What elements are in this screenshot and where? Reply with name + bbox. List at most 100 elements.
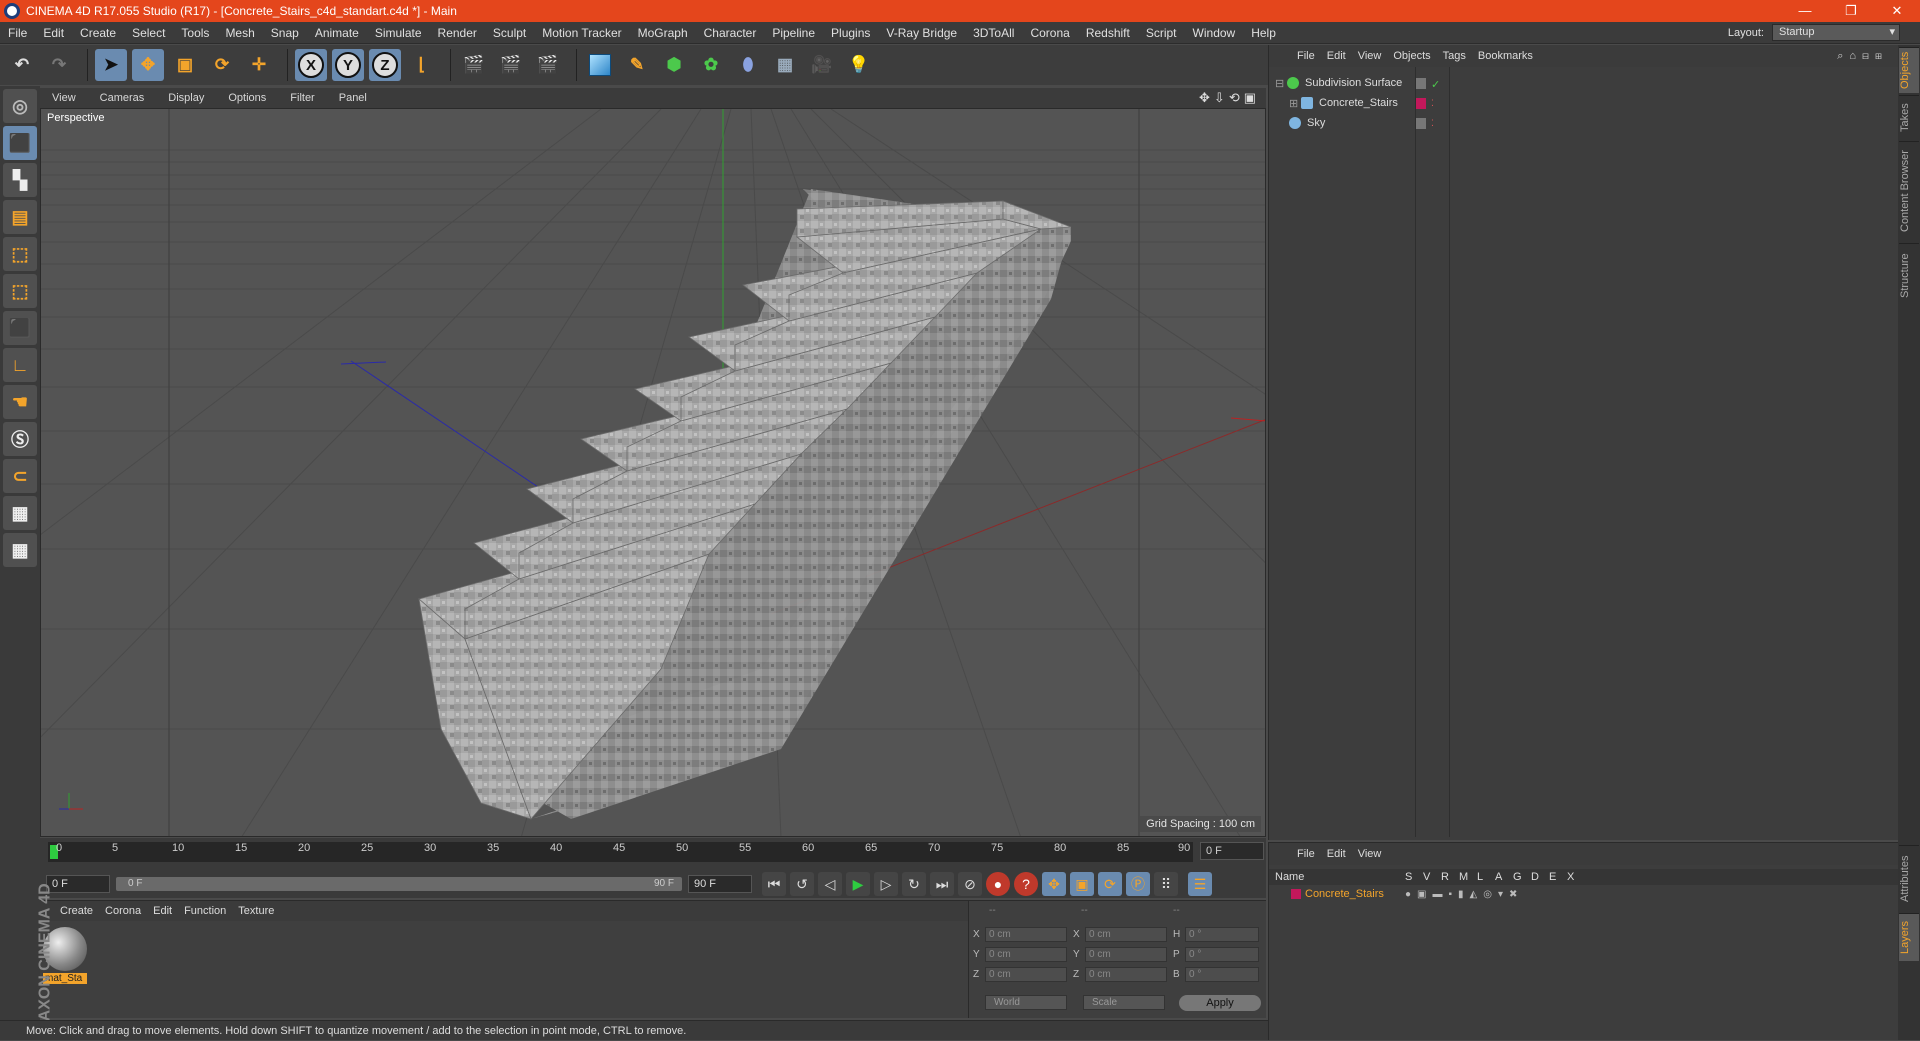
menu-corona[interactable]: Corona <box>1022 26 1077 40</box>
scale-dropdown[interactable]: Scale <box>1083 995 1165 1010</box>
y-axis-lock-button[interactable]: Y <box>332 49 364 81</box>
visibility-dots-icon[interactable]: ⁚ <box>1431 118 1442 129</box>
close-button[interactable]: ✕ <box>1874 3 1920 19</box>
layout-dropdown[interactable]: Startup <box>1772 24 1900 41</box>
viewport-menu-filter[interactable]: Filter <box>278 92 326 104</box>
tab-attributes[interactable]: Attributes <box>1899 845 1919 911</box>
menu-select[interactable]: Select <box>124 26 173 40</box>
menu-sculpt[interactable]: Sculpt <box>485 26 534 40</box>
tab-takes[interactable]: Takes <box>1899 95 1919 139</box>
key-parameter-button[interactable]: Ⓟ <box>1126 872 1150 896</box>
tweak-mode-icon[interactable]: ☚ <box>3 385 37 419</box>
objects-search-icons[interactable]: ⌕⌂⊟⊞ <box>1837 50 1888 63</box>
workplane-mode-icon[interactable]: ▤ <box>3 200 37 234</box>
workplane-lock-icon[interactable]: ▦ <box>3 496 37 530</box>
model-mode-icon[interactable]: ⬛ <box>3 126 37 160</box>
step-back-button[interactable]: ◁ <box>818 872 842 896</box>
autokey-button[interactable]: ? <box>1014 872 1038 896</box>
tab-content-browser[interactable]: Content Browser <box>1899 141 1919 241</box>
position-y-field[interactable]: 0 cm <box>985 947 1067 962</box>
render-settings-icon[interactable]: 🎬 <box>532 49 564 81</box>
menu-character[interactable]: Character <box>696 26 765 40</box>
record-button[interactable]: ● <box>986 872 1010 896</box>
deformer-icon[interactable]: ⬮ <box>732 49 764 81</box>
menu-create[interactable]: Create <box>72 26 124 40</box>
floor-scene-icon[interactable]: ▦ <box>769 49 801 81</box>
layer-tag-icon[interactable] <box>1415 117 1426 129</box>
visibility-dots-icon[interactable]: ⁚ <box>1431 98 1442 109</box>
cube-primitive-icon[interactable] <box>584 49 616 81</box>
keyframe-selection-button[interactable]: ⊘ <box>958 872 982 896</box>
rotate-tool-icon[interactable]: ⟳ <box>206 49 238 81</box>
render-picture-viewer-icon[interactable]: 🎬 <box>495 49 527 81</box>
timeline-window-button[interactable]: ☰ <box>1188 872 1212 896</box>
spline-pen-icon[interactable]: ✎ <box>621 49 653 81</box>
menu-plugins[interactable]: Plugins <box>823 26 878 40</box>
menu-pipeline[interactable]: Pipeline <box>764 26 823 40</box>
layer-tag-icon[interactable] <box>1415 77 1426 89</box>
current-frame-field[interactable]: 0 F <box>1200 842 1264 860</box>
menu-edit[interactable]: Edit <box>35 26 72 40</box>
viewport-menu-options[interactable]: Options <box>216 92 278 104</box>
mograph-cloner-icon[interactable]: ✿ <box>695 49 727 81</box>
live-selection-icon[interactable]: ✛ <box>243 49 275 81</box>
objects-menu-tags[interactable]: Tags <box>1443 50 1478 62</box>
menu-3dtoall[interactable]: 3DToAll <box>965 26 1022 40</box>
position-x-field[interactable]: 0 cm <box>985 927 1067 942</box>
play-button[interactable]: ▶ <box>846 872 870 896</box>
coordinate-system-icon[interactable]: ⌊ <box>406 49 438 81</box>
render-view-icon[interactable]: 🎬 <box>458 49 490 81</box>
viewport-menu-display[interactable]: Display <box>156 92 216 104</box>
light-icon[interactable]: 💡 <box>843 49 875 81</box>
menu-mesh[interactable]: Mesh <box>217 26 262 40</box>
size-x-field[interactable]: 0 cm <box>1085 927 1167 942</box>
step-forward-button[interactable]: ▷ <box>874 872 898 896</box>
menu-redshift[interactable]: Redshift <box>1078 26 1138 40</box>
key-scale-button[interactable]: ▣ <box>1070 872 1094 896</box>
objects-menu-bookmarks[interactable]: Bookmarks <box>1478 50 1545 62</box>
selection-tool-icon[interactable]: ➤ <box>95 49 127 81</box>
expand-icon[interactable]: ⊞ <box>1289 97 1299 110</box>
texture-mode-icon[interactable]: ▚ <box>3 163 37 197</box>
menu-help[interactable]: Help <box>1243 26 1284 40</box>
objects-menu-edit[interactable]: Edit <box>1327 50 1358 62</box>
edges-mode-icon[interactable]: ⬚ <box>3 274 37 308</box>
camera-icon[interactable]: 🎥 <box>806 49 838 81</box>
layer-color-swatch[interactable] <box>1291 889 1301 899</box>
material-menu-texture[interactable]: Texture <box>238 905 286 917</box>
move-tool-icon[interactable]: ✥ <box>132 49 164 81</box>
frame-range-slider[interactable]: 0 F 90 F <box>116 877 682 891</box>
tab-layers[interactable]: Layers <box>1899 913 1919 961</box>
scale-tool-icon[interactable]: ▣ <box>169 49 201 81</box>
position-z-field[interactable]: 0 cm <box>985 967 1067 982</box>
object-row-concrete-stairs[interactable]: ⊞ Concrete_Stairs ⁚ <box>1289 93 1909 113</box>
timeline-ruler[interactable]: 0 5 10 15 20 25 30 35 40 45 50 55 60 65 … <box>48 842 1193 862</box>
make-editable-icon[interactable]: ◎ <box>3 89 37 123</box>
apply-button[interactable]: Apply <box>1179 995 1261 1011</box>
layer-toggle-icons[interactable]: ●▣▬▪▮◭◎▾✖ <box>1405 889 1523 900</box>
menu-window[interactable]: Window <box>1185 26 1244 40</box>
size-z-field[interactable]: 0 cm <box>1085 967 1167 982</box>
size-y-field[interactable]: 0 cm <box>1085 947 1167 962</box>
polygons-mode-icon[interactable]: ⬛ <box>3 311 37 345</box>
menu-simulate[interactable]: Simulate <box>367 26 430 40</box>
world-dropdown[interactable]: World <box>985 995 1067 1010</box>
undo-button[interactable]: ↶ <box>6 49 38 81</box>
enabled-check-icon[interactable]: ✓ <box>1431 78 1442 91</box>
collapse-icon[interactable]: ⊟ <box>1275 77 1285 90</box>
subdivision-surface-icon[interactable]: ⬢ <box>658 49 690 81</box>
go-to-end-button[interactable]: ⏭ <box>930 872 954 896</box>
minimize-button[interactable]: — <box>1782 3 1828 19</box>
layers-menu-file[interactable]: File <box>1297 848 1327 860</box>
z-axis-lock-button[interactable]: Z <box>369 49 401 81</box>
snap-icon[interactable]: ⊂ <box>3 459 37 493</box>
tab-objects[interactable]: Objects <box>1899 47 1919 93</box>
axis-mode-icon[interactable]: ∟ <box>3 348 37 382</box>
menu-motion-tracker[interactable]: Motion Tracker <box>534 26 629 40</box>
viewport-navigation-icons[interactable]: ✥⇩⟲▣ <box>1199 90 1260 106</box>
layer-color-swatch[interactable] <box>1415 97 1426 109</box>
layers-menu-view[interactable]: View <box>1358 848 1394 860</box>
key-position-button[interactable]: ✥ <box>1042 872 1066 896</box>
start-frame-field[interactable]: 0 F <box>46 875 110 893</box>
viewport-menu-panel[interactable]: Panel <box>327 92 379 104</box>
